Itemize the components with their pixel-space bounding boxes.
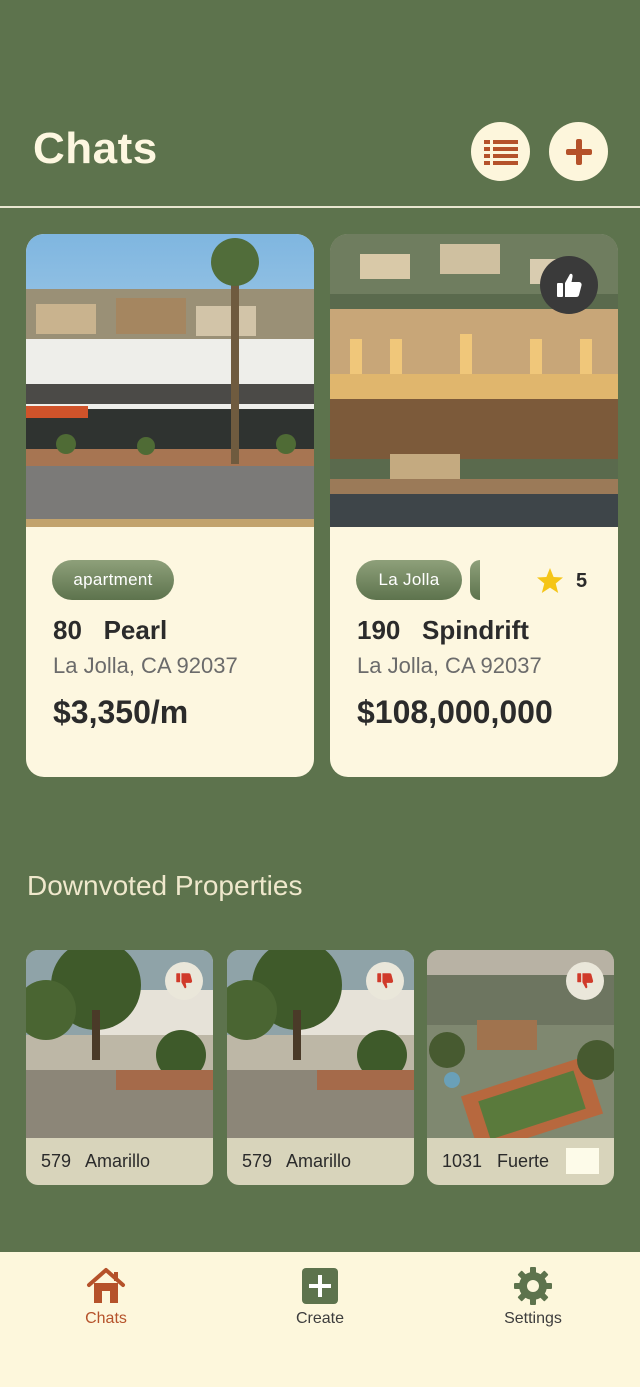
rating: 5 — [536, 567, 587, 595]
property-price: $3,350/m — [53, 694, 189, 730]
property-city: La Jolla, CA 92037 — [357, 653, 542, 678]
property-address: 190 Spindrift — [357, 615, 529, 645]
bottom-tab-bar: Chats Create Settings — [0, 1252, 640, 1387]
tab-create[interactable]: Create — [260, 1266, 380, 1328]
home-icon — [87, 1268, 125, 1303]
label-overflow-mask — [566, 1148, 599, 1174]
downvoted-badge[interactable] — [165, 962, 203, 1000]
list-icon — [483, 139, 518, 165]
downvoted-badge[interactable] — [566, 962, 604, 1000]
downvoted-property-label: 579 Amarillo — [41, 1151, 151, 1171]
downvoted-property-card[interactable]: 1031 Fuerte — [427, 950, 614, 1185]
thumbs-up-icon — [557, 273, 582, 297]
property-card[interactable]: apartment 80 Pearl La Jolla, CA 92037 $3… — [26, 234, 314, 777]
rating-value: 5 — [576, 569, 588, 592]
downvoted-property-label: 1031 Fuerte — [442, 1151, 550, 1171]
property-city: La Jolla, CA 92037 — [53, 653, 238, 678]
property-photo — [26, 234, 314, 527]
page-title: Chats — [33, 124, 158, 173]
thumbs-down-icon — [377, 973, 394, 989]
property-tag: apartment — [52, 560, 174, 600]
property-tag: La Jolla — [356, 560, 462, 600]
liked-badge[interactable] — [540, 256, 598, 314]
header: Chats — [0, 0, 640, 208]
thumbs-down-icon — [577, 973, 594, 989]
property-tag-overflow — [470, 560, 480, 600]
thumbs-down-icon — [176, 973, 193, 989]
gear-icon — [514, 1267, 552, 1305]
tab-settings[interactable]: Settings — [473, 1266, 593, 1328]
section-title-downvoted: Downvoted Properties — [27, 870, 303, 901]
tab-label: Create — [295, 1310, 345, 1327]
property-price: $108,000,000 — [357, 694, 553, 730]
star-icon — [537, 568, 563, 593]
downvoted-property-label: 579 Amarillo — [242, 1151, 352, 1171]
downvoted-badge[interactable] — [366, 962, 404, 1000]
plus-icon — [565, 138, 592, 165]
downvoted-property-card[interactable]: 579 Amarillo — [26, 950, 213, 1185]
property-card[interactable]: La Jolla 5 190 Spindrift La Jolla, CA 92… — [330, 234, 618, 777]
list-view-button[interactable] — [471, 122, 530, 181]
tab-chats[interactable]: Chats — [46, 1266, 166, 1328]
plus-square-icon — [302, 1268, 338, 1304]
add-button[interactable] — [549, 122, 608, 181]
property-address: 80 Pearl — [53, 615, 168, 645]
tab-label: Settings — [504, 1310, 562, 1327]
tab-label: Chats — [85, 1310, 127, 1327]
downvoted-property-card[interactable]: 579 Amarillo — [227, 950, 414, 1185]
